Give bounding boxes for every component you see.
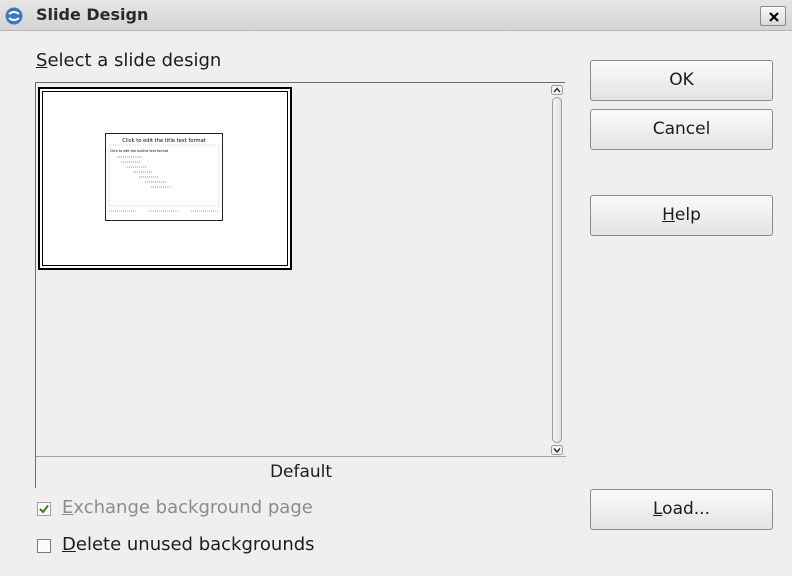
select-design-label: Select a slide design [36, 50, 222, 71]
load-button[interactable]: Load... [590, 489, 773, 530]
scrollbar-thumb[interactable] [552, 97, 562, 443]
vertical-scrollbar[interactable] [551, 85, 563, 455]
checkbox-unchecked-icon[interactable] [37, 539, 51, 553]
slide-design-thumbnail[interactable]: Click to edit the title text format Clic… [38, 87, 292, 270]
close-button[interactable] [760, 6, 786, 26]
cancel-button[interactable]: Cancel [590, 109, 773, 150]
title-bar: Slide Design [0, 0, 792, 31]
delete-unused-label: Delete unused backgrounds [62, 534, 315, 555]
thumbnail-title-text: Click to edit the title text format [122, 138, 206, 144]
checkbox-checked-icon[interactable] [37, 502, 51, 516]
window-title: Slide Design [36, 5, 149, 24]
scroll-up-icon[interactable] [551, 85, 563, 95]
slide-preview-image: Click to edit the title text format Clic… [105, 133, 223, 221]
exchange-background-label: Exchange background page [62, 497, 313, 518]
help-button[interactable]: Help [590, 195, 773, 236]
design-name-caption: Default [36, 456, 566, 488]
office-logo-icon [5, 7, 23, 25]
ok-button[interactable]: OK [590, 60, 773, 101]
slide-design-list[interactable]: Click to edit the title text format Clic… [35, 82, 566, 488]
scroll-down-icon[interactable] [551, 445, 563, 455]
close-icon [769, 12, 779, 22]
thumbnail-outline-text: Click to edit the outline text format [110, 149, 169, 153]
